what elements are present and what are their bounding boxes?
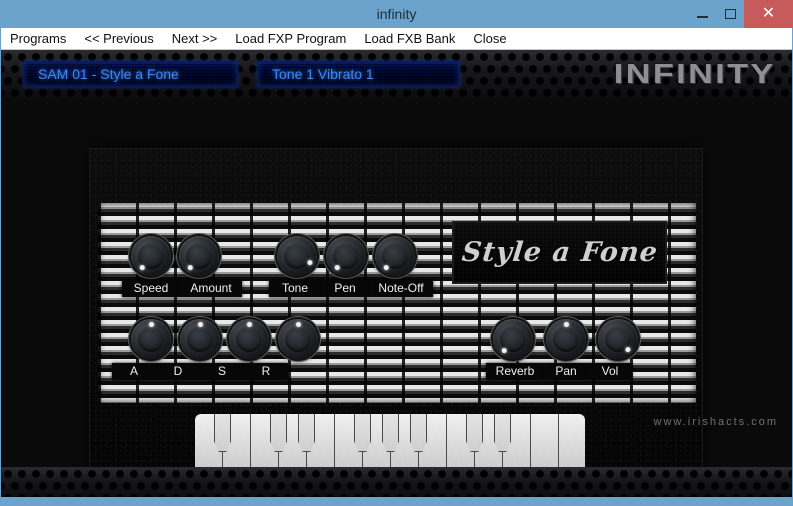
knob-label-d: D xyxy=(173,364,183,378)
knob-speed[interactable] xyxy=(131,236,171,276)
knob-label-vol: Vol xyxy=(588,363,632,380)
black-key[interactable] xyxy=(354,414,371,452)
knob-label-r: R xyxy=(261,364,271,378)
black-key[interactable] xyxy=(494,414,511,452)
knob-release[interactable] xyxy=(278,319,318,359)
knob-label-speed: Speed xyxy=(122,280,180,297)
knob-label-pan: Pan xyxy=(544,363,588,380)
window-title: infinity xyxy=(376,6,417,22)
black-key[interactable] xyxy=(214,414,231,452)
program-display-text: SAM 01 - Style a Fone xyxy=(38,66,179,82)
knob-pen[interactable] xyxy=(326,236,366,276)
knob-note-off[interactable] xyxy=(375,236,415,276)
knob-attack[interactable] xyxy=(131,319,171,359)
application-window: infinity ✕ Programs << Previous Next >> … xyxy=(0,0,793,506)
knob-label-tone: Tone xyxy=(269,280,321,297)
site-watermark: www.irishacts.com xyxy=(653,416,778,428)
program-display[interactable]: SAM 01 - Style a Fone xyxy=(23,61,238,87)
maximize-button[interactable] xyxy=(716,0,744,28)
black-key[interactable] xyxy=(270,414,287,452)
infinity-logo: INFINITY xyxy=(614,58,776,89)
knob-reverb[interactable] xyxy=(493,319,533,359)
plugin-header: SAM 01 - Style a Fone Tone 1 Vibrato 1 I… xyxy=(1,50,792,98)
menu-load-fxp-program[interactable]: Load FXP Program xyxy=(226,28,355,49)
title-bar: infinity ✕ xyxy=(0,0,793,28)
knob-label-a: A xyxy=(129,364,138,378)
menu-programs[interactable]: Programs xyxy=(1,28,75,49)
menu-previous[interactable]: << Previous xyxy=(75,28,162,49)
knob-label-pen: Pen xyxy=(321,280,369,297)
knob-decay[interactable] xyxy=(180,319,220,359)
knob-vol[interactable] xyxy=(598,319,638,359)
black-key[interactable] xyxy=(410,414,427,452)
knob-label-a-row-plate: ADSR xyxy=(112,363,288,380)
knob-label-reverb: Reverb xyxy=(486,363,544,380)
black-key[interactable] xyxy=(382,414,399,452)
minimize-icon xyxy=(696,16,708,18)
minimize-button[interactable] xyxy=(688,0,716,28)
brand-plate: Style a Fone xyxy=(452,221,667,284)
knob-amount[interactable] xyxy=(179,236,219,276)
knob-tone[interactable] xyxy=(277,236,317,276)
bottom-mesh-panel xyxy=(1,467,792,497)
plugin-canvas: SAM 01 - Style a Fone Tone 1 Vibrato 1 I… xyxy=(1,50,792,497)
knob-pan[interactable] xyxy=(546,319,586,359)
menu-next[interactable]: Next >> xyxy=(163,28,227,49)
black-key[interactable] xyxy=(466,414,483,452)
menu-close[interactable]: Close xyxy=(464,28,515,49)
knob-sustain[interactable] xyxy=(229,319,269,359)
tone-display-text: Tone 1 Vibrato 1 xyxy=(272,66,374,82)
tone-display[interactable]: Tone 1 Vibrato 1 xyxy=(257,61,460,87)
knob-label-amount: Amount xyxy=(180,280,242,297)
menu-load-fxb-bank[interactable]: Load FXB Bank xyxy=(355,28,464,49)
menu-bar: Programs << Previous Next >> Load FXP Pr… xyxy=(1,28,792,50)
close-icon: ✕ xyxy=(761,5,776,22)
close-button[interactable]: ✕ xyxy=(744,0,793,28)
knob-label-s: S xyxy=(217,364,226,378)
maximize-icon xyxy=(724,9,736,19)
knob-label-note-off: Note-Off xyxy=(369,280,433,297)
brand-plate-text: Style a Fone xyxy=(459,237,660,268)
black-key[interactable] xyxy=(298,414,315,452)
amp-cabinet: Speed Amount Tone Pen Note-Off Style a F… xyxy=(89,148,703,496)
